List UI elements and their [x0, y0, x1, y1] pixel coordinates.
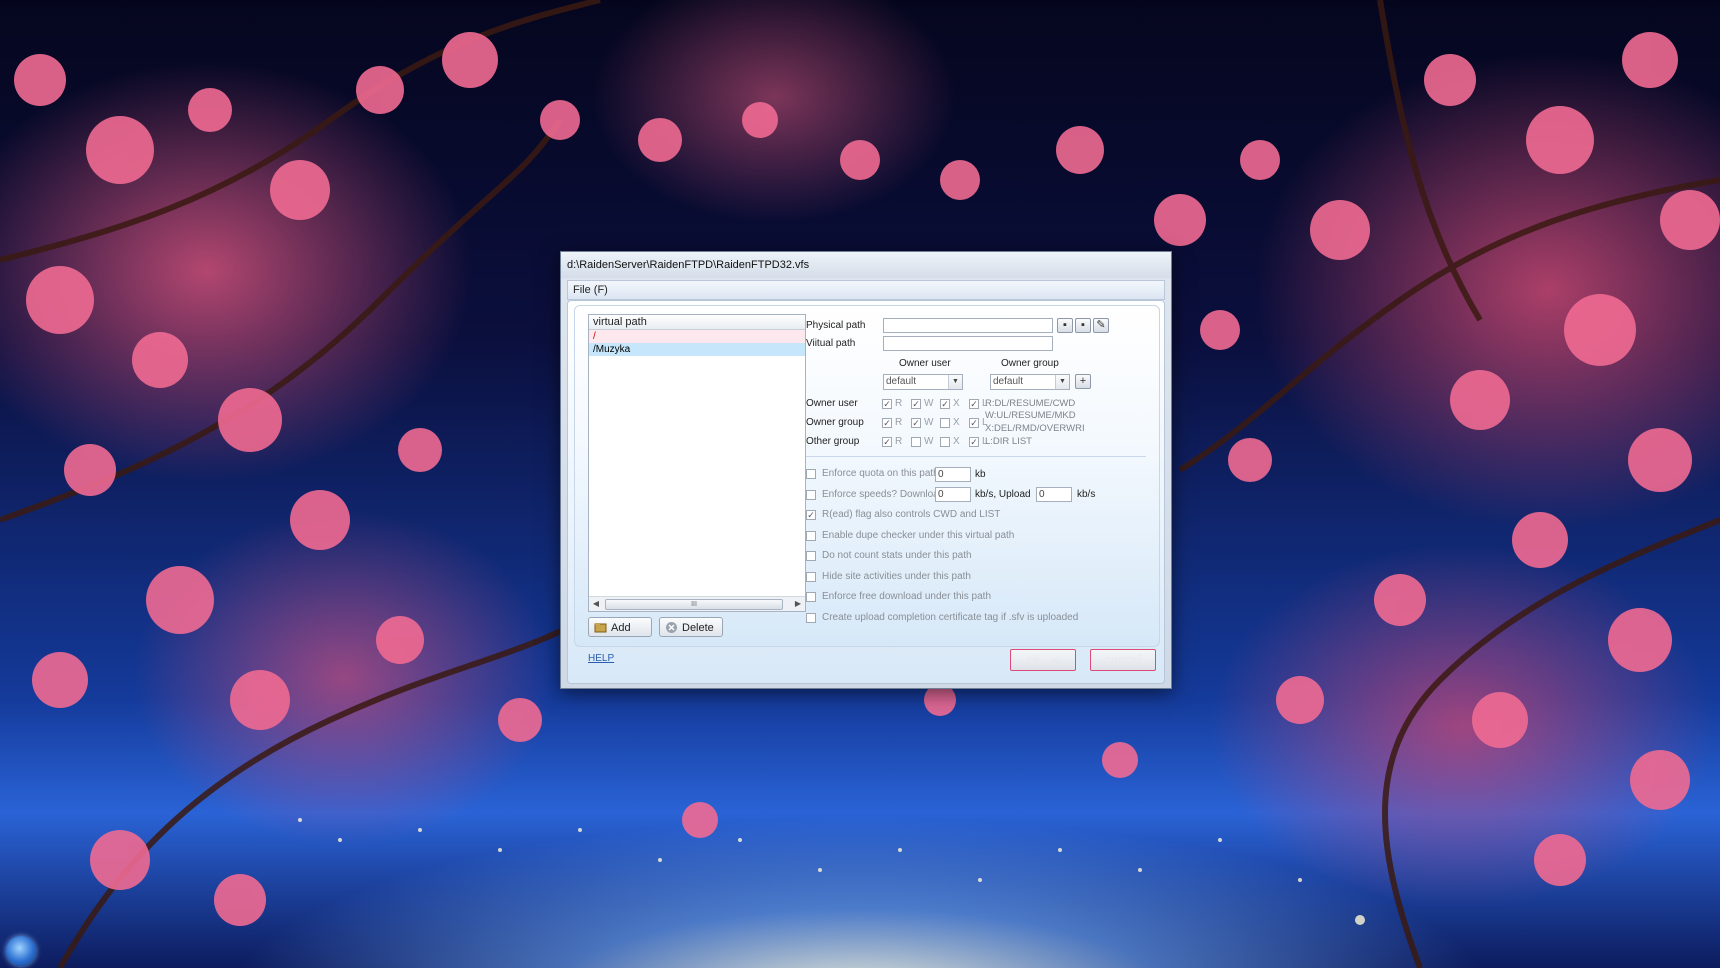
help-link[interactable]: HELP	[588, 653, 614, 664]
add-group-button[interactable]: +	[1075, 374, 1091, 389]
option-label: Enforce free download under this path	[822, 591, 991, 602]
perm-letter: X	[953, 436, 960, 447]
option-checkbox[interactable]	[806, 572, 816, 582]
window-title: d:\RaidenServer\RaidenFTPD\RaidenFTPD32.…	[561, 252, 1171, 278]
physical-path-label: Physical path	[806, 320, 866, 331]
city-lights	[298, 818, 1365, 925]
owner-group-select[interactable]: default ▼	[990, 374, 1070, 390]
delete-icon	[666, 622, 677, 633]
scroll-right-icon[interactable]: ▶	[791, 597, 805, 611]
perm-checkbox[interactable]: ✓	[882, 399, 892, 409]
perm-checkbox[interactable]: ✓	[882, 418, 892, 428]
ok-button-label: ok	[1026, 652, 1041, 667]
owner-user-select[interactable]: default ▼	[883, 374, 963, 390]
owner-user-value: default	[886, 376, 917, 387]
list-item[interactable]: /	[589, 330, 805, 343]
add-button-label: Add	[611, 622, 631, 634]
download-unit: kb/s, Upload	[975, 489, 1031, 500]
horizontal-scrollbar[interactable]: ◀ III ▶	[589, 596, 805, 611]
option-checkbox[interactable]	[806, 551, 816, 561]
perm-legend-w: W:UL/RESUME/MKD	[985, 410, 1076, 421]
perm-letter: R	[895, 436, 903, 447]
upload-unit: kb/s	[1077, 489, 1096, 500]
perm-legend-x: X:DEL/RMD/OVERWRI	[985, 423, 1085, 434]
menu-bar: File (F)	[567, 280, 1165, 300]
option-checkbox[interactable]	[806, 490, 816, 500]
ok-button[interactable]: ok ▶	[1010, 649, 1076, 671]
owner-group-value: default	[993, 376, 1024, 387]
quota-input[interactable]	[935, 467, 971, 482]
scroll-thumb[interactable]: III	[605, 599, 783, 610]
option-checkbox[interactable]: ✓	[806, 510, 816, 520]
dialog-client-area: virtual path / /Muzyka ◀ III ▶ Add Delet…	[567, 300, 1165, 684]
perm-letter: X	[953, 417, 960, 428]
option-checkbox[interactable]	[806, 592, 816, 602]
delete-button[interactable]: Delete	[659, 617, 723, 637]
perm-checkbox[interactable]	[911, 437, 921, 447]
scroll-left-icon[interactable]: ◀	[589, 597, 603, 611]
browse-folder-icon[interactable]: ▪	[1057, 318, 1073, 333]
quota-unit: kb	[975, 469, 986, 480]
divider	[806, 456, 1146, 457]
chevron-down-icon[interactable]: ▼	[948, 375, 962, 389]
cancel-button[interactable]: cancel	[1090, 649, 1156, 671]
perm-checkbox[interactable]: ✓	[882, 437, 892, 447]
physical-path-input[interactable]	[883, 318, 1053, 333]
perm-checkbox[interactable]	[940, 437, 950, 447]
perm-owner-group-label: Owner group	[806, 417, 864, 428]
perm-letter: X	[953, 398, 960, 409]
perm-letter: R	[895, 398, 903, 409]
download-speed-input[interactable]	[935, 487, 971, 502]
start-button[interactable]	[6, 936, 36, 966]
edit-path-icon[interactable]: ✎	[1093, 318, 1109, 333]
list-item[interactable]: /Muzyka	[589, 343, 805, 356]
perm-legend-r: R:DL/RESUME/CWD	[985, 398, 1076, 409]
perm-letter: W	[924, 398, 934, 409]
perm-letter: R	[895, 417, 903, 428]
option-label: Enable dupe checker under this virtual p…	[822, 530, 1015, 541]
perm-other-group-label: Other group	[806, 436, 860, 447]
virtual-path-label: Viitual path	[806, 338, 856, 349]
perm-checkbox[interactable]	[940, 418, 950, 428]
option-label: Enforce quota on this path	[822, 468, 939, 479]
perm-checkbox[interactable]: ✓	[969, 418, 979, 428]
perm-legend-l: L:DIR LIST	[985, 436, 1032, 447]
cancel-button-label: cancel	[1104, 652, 1142, 667]
virtual-path-input[interactable]	[883, 336, 1053, 351]
perm-checkbox[interactable]: ✓	[911, 399, 921, 409]
add-button[interactable]: Add	[588, 617, 652, 637]
menu-file[interactable]: File (F)	[568, 281, 613, 299]
virtual-path-list[interactable]: virtual path / /Muzyka ◀ III ▶	[588, 314, 806, 612]
delete-button-label: Delete	[682, 622, 714, 634]
owner-group-header: Owner group	[1001, 358, 1059, 369]
perm-checkbox[interactable]: ✓	[911, 418, 921, 428]
option-label: Hide site activities under this path	[822, 571, 971, 582]
perm-owner-user-label: Owner user	[806, 398, 858, 409]
option-checkbox[interactable]	[806, 469, 816, 479]
list-header[interactable]: virtual path	[589, 315, 805, 330]
option-checkbox[interactable]	[806, 613, 816, 623]
option-label: Enforce speeds? Downloac	[822, 489, 944, 500]
vfs-editor-window: d:\RaidenServer\RaidenFTPD\RaidenFTPD32.…	[560, 251, 1172, 689]
upload-speed-input[interactable]	[1036, 487, 1072, 502]
perm-checkbox[interactable]: ✓	[969, 399, 979, 409]
option-label: Create upload completion certificate tag…	[822, 612, 1079, 623]
perm-letter: W	[924, 436, 934, 447]
perm-checkbox[interactable]: ✓	[969, 437, 979, 447]
option-label: Do not count stats under this path	[822, 550, 972, 561]
browse-file-icon[interactable]: ▪	[1075, 318, 1091, 333]
option-label: R(ead) flag also controls CWD and LIST	[822, 509, 1001, 520]
chevron-down-icon[interactable]: ▼	[1055, 375, 1069, 389]
settings-panel: virtual path / /Muzyka ◀ III ▶ Add Delet…	[574, 305, 1160, 647]
perm-checkbox[interactable]: ✓	[940, 399, 950, 409]
folder-add-icon	[594, 623, 607, 633]
option-checkbox[interactable]	[806, 531, 816, 541]
perm-letter: W	[924, 417, 934, 428]
owner-user-header: Owner user	[899, 358, 951, 369]
play-icon: ▶	[1051, 656, 1060, 667]
